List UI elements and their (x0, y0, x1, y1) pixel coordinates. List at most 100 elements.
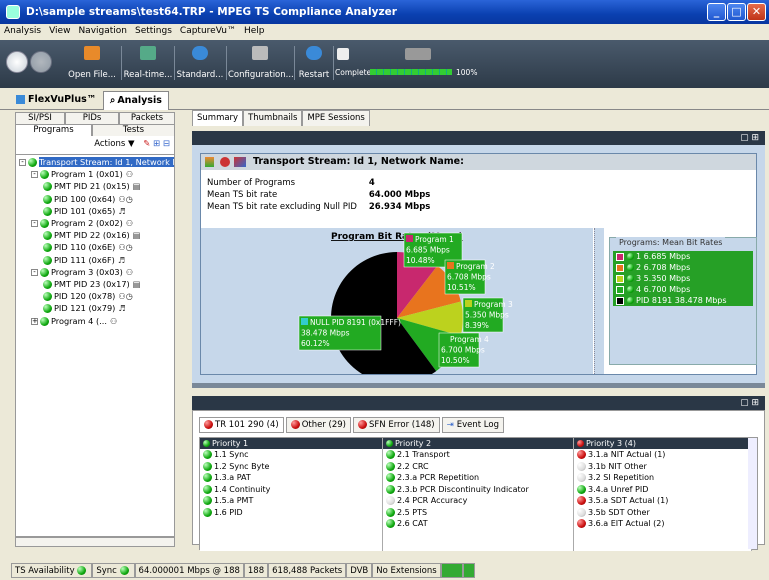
tree-node-label: PMT PID 23 (0x17) (54, 279, 130, 289)
collapse-all-icon[interactable]: ⊟ (163, 139, 170, 149)
open-file-button[interactable]: Open File... (66, 46, 118, 80)
tab-flexvuplus[interactable]: FlexVuPlus™ (10, 91, 102, 110)
configuration-button[interactable]: Configuration... (228, 46, 294, 80)
test-item[interactable]: 1.2 Sync Byte (200, 461, 382, 473)
slice-label-text: 60.12% (301, 339, 330, 348)
tree-node[interactable]: PID 110 (0x6E) ⚇◷ (43, 242, 133, 253)
panel-options-icon[interactable]: ▢ ⊞ (740, 133, 759, 143)
tab-summary[interactable]: Summary (192, 110, 244, 126)
legend-item[interactable]: 4 6.700 Mbps (613, 284, 753, 295)
expand-all-icon[interactable]: ⊞ (153, 139, 160, 149)
tree-node[interactable]: PMT PID 22 (0x16) ▤ (43, 230, 141, 241)
test-status-icon (203, 461, 212, 471)
tree-node[interactable]: - Transport Stream: Id 1, Network N (19, 157, 174, 168)
test-item[interactable]: 3.2 SI Repetition (574, 472, 751, 484)
priority-column: Priority 2 2.1 Transport 2.2 CRC 2.3.a PCR … (383, 438, 574, 551)
test-item[interactable]: 2.3.a PCR Repetition (383, 472, 573, 484)
playback-icon[interactable] (405, 48, 431, 60)
slice-label-text: Program 4 (450, 335, 489, 344)
tab-si-psi[interactable]: SI/PSI (15, 112, 65, 124)
tab-pids[interactable]: PIDs (65, 112, 119, 124)
tab-tr101290[interactable]: TR 101 290 (4) (199, 417, 284, 433)
menu-view[interactable]: View (45, 24, 74, 38)
restart-button[interactable]: Restart (296, 46, 332, 80)
tab-sfn-error[interactable]: SFN Error (148) (353, 417, 440, 433)
test-item[interactable]: 2.4 PCR Accuracy (383, 495, 573, 507)
test-status-icon (577, 519, 586, 528)
test-item[interactable]: 3.5.a SDT Actual (1) (574, 495, 751, 507)
tree-node[interactable]: PID 121 (0x79) ♬ (43, 303, 126, 314)
tree-node[interactable]: - Program 2 (0x02) ⚇ (31, 218, 133, 229)
tab-analysis[interactable]: ⌕ Analysis (103, 91, 169, 110)
forward-button[interactable] (30, 51, 52, 73)
tab-event-log[interactable]: ⇥ Event Log (441, 417, 504, 433)
priority-header[interactable]: Priority 2 (383, 438, 573, 449)
view-tabs: FlexVuPlus™ ⌕ Analysis (0, 88, 769, 110)
collapse-icon[interactable]: - (31, 220, 38, 227)
close-button[interactable]: ✕ (747, 3, 766, 21)
tree-node[interactable]: PID 100 (0x64) ⚇◷ (43, 194, 133, 205)
test-label: 2.6 CAT (397, 519, 428, 528)
test-item[interactable]: 1.3.a PAT (200, 472, 382, 484)
test-item[interactable]: 3.6.a EIT Actual (2) (574, 518, 751, 530)
legend-item[interactable]: 1 6.685 Mbps (613, 251, 753, 262)
test-item[interactable]: 1.1 Sync (200, 449, 382, 461)
actions-dropdown[interactable]: Actions ▼ (94, 139, 134, 149)
search-tree-icon[interactable]: ✎ (143, 139, 150, 149)
tab-other[interactable]: Other (29) (285, 417, 351, 433)
tree-node[interactable]: PID 101 (0x65) ♬ (43, 206, 126, 217)
minimize-button[interactable]: _ (707, 3, 726, 21)
test-item[interactable]: 2.6 CAT (383, 518, 573, 530)
grid-status-icon[interactable] (440, 563, 463, 578)
menu-help[interactable]: Help (240, 24, 269, 38)
test-item[interactable]: 1.4 Continuity (200, 484, 382, 496)
split-handle[interactable] (594, 228, 604, 374)
expand-icon[interactable]: + (31, 317, 38, 325)
legend-item[interactable]: 3 5.350 Mbps (613, 273, 753, 284)
tab-programs[interactable]: Programs (15, 124, 92, 136)
menu-capturevu[interactable]: CaptureVu™ (176, 24, 240, 38)
tests-panel-options-icon[interactable]: ▢ ⊞ (740, 398, 759, 408)
collapse-icon[interactable]: - (31, 171, 38, 179)
tree-node[interactable]: - Program 1 (0x01) ⚇ (31, 169, 133, 180)
test-item[interactable]: 2.5 PTS (383, 507, 573, 519)
status-green-icon (627, 275, 634, 282)
back-button[interactable] (6, 51, 28, 73)
collapse-icon[interactable]: - (19, 159, 26, 166)
test-item[interactable]: 2.1 Transport (383, 449, 573, 461)
priority-scrollbar[interactable] (748, 438, 757, 549)
device-status-icon[interactable] (462, 563, 475, 578)
menu-settings[interactable]: Settings (131, 24, 176, 38)
tree-node[interactable]: PMT PID 23 (0x17) ▤ (43, 279, 141, 290)
menu-navigation[interactable]: Navigation (74, 24, 131, 38)
slice-label-text: 10.50% (441, 356, 470, 365)
collapse-icon[interactable]: - (31, 268, 38, 276)
test-item[interactable]: 2.2 CRC (383, 461, 573, 473)
test-item[interactable]: 2.3.b PCR Discontinuity Indicator (383, 484, 573, 496)
tab-mpe-sessions[interactable]: MPE Sessions (302, 110, 370, 126)
tab-tests[interactable]: Tests (92, 124, 175, 136)
tree-node[interactable]: - Program 3 (0x03) ⚇ (31, 267, 133, 278)
test-item[interactable]: 1.5.a PMT (200, 495, 382, 507)
tree-horizontal-scrollbar[interactable] (15, 537, 175, 547)
tree-node[interactable]: + Program 4 (... ⚇ (31, 316, 117, 327)
tree-node[interactable]: PID 111 (0x6F) ♬ (43, 255, 125, 266)
priority-header[interactable]: Priority 1 (200, 438, 382, 449)
maximize-button[interactable]: □ (727, 3, 746, 21)
capture-icon[interactable] (337, 48, 349, 60)
test-item[interactable]: 3.1b NIT Other (574, 461, 751, 473)
tree-node[interactable]: PMT PID 21 (0x15) ▤ (43, 181, 141, 192)
tab-thumbnails[interactable]: Thumbnails (243, 110, 303, 126)
priority-header[interactable]: Priority 3 (4) (574, 438, 751, 449)
standard-button[interactable]: Standard... (176, 46, 224, 80)
tree-node[interactable]: PID 120 (0x78) ⚇◷ (43, 291, 133, 302)
realtime-button[interactable]: Real-time... (123, 46, 173, 80)
legend-item[interactable]: 2 6.708 Mbps (613, 262, 753, 273)
test-item[interactable]: 3.1.a NIT Actual (1) (574, 449, 751, 461)
legend-item[interactable]: PID 8191 38.478 Mbps (613, 295, 753, 306)
test-item[interactable]: 3.5b SDT Other (574, 507, 751, 519)
test-item[interactable]: 1.6 PID (200, 507, 382, 519)
test-item[interactable]: 3.4.a Unref PID (574, 484, 751, 496)
menu-analysis[interactable]: Analysis (0, 24, 45, 38)
tab-packets[interactable]: Packets (119, 112, 175, 124)
